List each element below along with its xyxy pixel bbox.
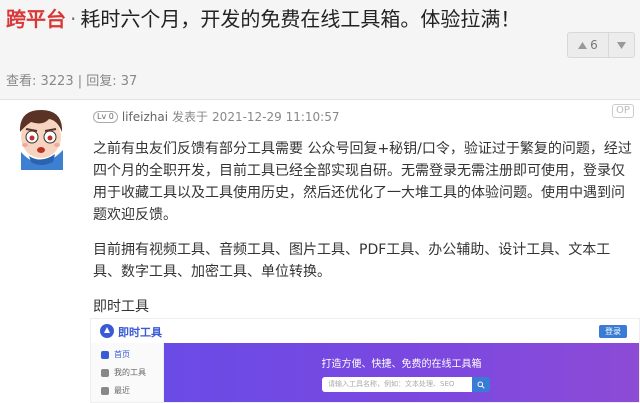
embed-sidebar: 首页 我的工具 最近: [91, 343, 164, 402]
triangle-up-icon: [578, 41, 588, 49]
node-tag-link[interactable]: 跨平台: [6, 7, 66, 31]
author-link[interactable]: lifeizhai: [122, 110, 168, 124]
topic-title: 跨平台 · 耗时六个月，开发的免费在线工具箱。体验拉满！: [6, 4, 546, 35]
tools-icon: [101, 368, 109, 377]
sidebar-item-label: 首页: [114, 350, 130, 359]
post-timestamp: 2021-12-29 11:10:57: [212, 109, 340, 124]
title-separator: ·: [70, 7, 77, 31]
post-paragraph: 之前有虫友们反馈有部分工具需要 公众号回复+秘钥/口令，验证过于繁复的问题，经过…: [93, 141, 632, 223]
downvote-button[interactable]: [609, 33, 634, 57]
embedded-screenshot: 即时工具 登录 首页 我的工具 最近 打造方便、快捷、免费的在线工具箱 请输入工…: [90, 318, 640, 403]
history-icon: [101, 386, 109, 395]
upvote-button[interactable]: 6: [568, 33, 609, 57]
avatar[interactable]: [7, 104, 73, 170]
search-button[interactable]: [472, 377, 490, 392]
search-icon: [477, 381, 485, 389]
banner-title: 打造方便、快捷、免费的在线工具箱: [321, 359, 482, 370]
embed-banner: 打造方便、快捷、免费的在线工具箱 请输入工具名称，例如：文本处理、SEO: [164, 343, 639, 402]
upvote-count: 6: [590, 38, 598, 52]
topic-title-text: 耗时六个月，开发的免费在线工具箱。体验拉满！: [80, 7, 521, 31]
sidebar-item-label: 最近: [114, 386, 130, 395]
triangle-down-icon: [617, 41, 626, 49]
posted-label: 发表于: [172, 110, 209, 124]
topic-header: 跨平台 · 耗时六个月，开发的免费在线工具箱。体验拉满！ 6 查看: 3223 | …: [0, 0, 640, 100]
sidebar-item-my-tools[interactable]: 我的工具: [101, 367, 146, 378]
cartoon-avatar-icon: [7, 104, 73, 170]
login-button[interactable]: 登录: [599, 325, 627, 338]
home-icon: [101, 350, 109, 359]
level-badge: Lv 0: [93, 110, 118, 123]
topic-stats: 查看: 3223 | 回复: 37: [6, 74, 138, 89]
sidebar-item-recent[interactable]: 最近: [101, 385, 130, 396]
sidebar-item-home[interactable]: 首页: [101, 349, 130, 360]
site-logo-icon: [100, 324, 114, 338]
embed-topbar: 即时工具 登录: [91, 319, 639, 343]
post-meta: Lv 0 lifeizhai 发表于 2021-12-29 11:10:57: [93, 108, 340, 125]
vote-box: 6: [567, 32, 635, 58]
op-badge: OP: [612, 104, 634, 118]
post-body: 之前有虫友们反馈有部分工具需要 公众号回复+秘钥/口令，验证过于繁复的问题，经过…: [93, 138, 633, 331]
site-name: 即时工具: [118, 326, 162, 339]
search-input[interactable]: 请输入工具名称，例如：文本处理、SEO: [322, 377, 472, 392]
header-divider: [0, 99, 640, 100]
sidebar-item-label: 我的工具: [114, 368, 146, 377]
post-paragraph: 目前拥有视频工具、音频工具、图片工具、PDF工具、办公辅助、设计工具、文本工具、…: [93, 242, 611, 280]
post-paragraph: 即时工具: [93, 299, 149, 315]
